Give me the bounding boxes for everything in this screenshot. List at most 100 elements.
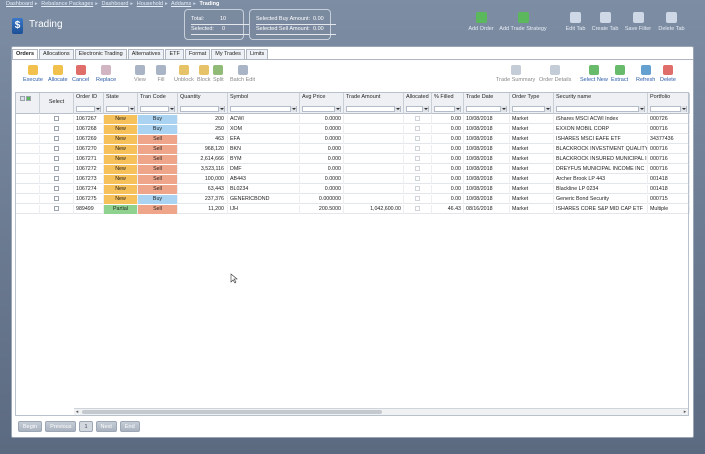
order-details-button[interactable]: Order Details	[539, 65, 571, 83]
column-header-quantity[interactable]: Quantity	[178, 93, 228, 114]
column-filter-input[interactable]	[466, 106, 507, 112]
row-select-checkbox[interactable]	[54, 126, 59, 132]
breadcrumb-addams[interactable]: Addams	[171, 1, 191, 7]
column-header-expand[interactable]	[16, 93, 40, 114]
column-filter-input[interactable]	[512, 106, 551, 112]
breadcrumb-rebalance-packages[interactable]: Rebalance Packages	[41, 1, 93, 7]
save-filter-button[interactable]: Save Filter	[622, 12, 654, 32]
breadcrumb-dashboard-2[interactable]: Dashboard	[102, 1, 129, 7]
fill-button[interactable]: Fill	[156, 65, 166, 83]
row-select-checkbox[interactable]	[54, 196, 59, 202]
cancel-button[interactable]: Cancel	[72, 65, 89, 83]
column-header-avg-price[interactable]: Avg Price	[300, 93, 344, 114]
previous-button[interactable]: Previous	[45, 421, 77, 432]
breadcrumb-dashboard[interactable]: Dashboard	[6, 1, 33, 7]
column-header-tran-code[interactable]: Tran Code	[138, 93, 178, 114]
end-button[interactable]: End	[119, 421, 140, 432]
column-filter-input[interactable]	[140, 106, 175, 112]
column-header-security-name[interactable]: Security name	[554, 93, 648, 114]
row-select-checkbox[interactable]	[54, 206, 59, 212]
scroll-left-icon[interactable]: ◂	[74, 409, 80, 415]
table-row[interactable]: 1067272 New Sell 3,523,116 DMF 0.000 0.00 10/08…	[16, 165, 690, 174]
column-header-order-id[interactable]: Order ID	[74, 93, 104, 114]
unblock-button[interactable]: Unblock	[174, 65, 194, 83]
page-number[interactable]: 1	[79, 421, 93, 432]
tab-etf[interactable]: ETF	[165, 49, 184, 59]
column-header-trade-amount[interactable]: Trade Amount	[344, 93, 404, 114]
column-filter-input[interactable]	[302, 106, 341, 112]
column-filter-input[interactable]	[346, 106, 401, 112]
table-row[interactable]: 989499 Partial Sell 11,200 IJH 200.5000 1,042,…	[16, 205, 690, 214]
column-filter-input[interactable]	[76, 106, 101, 112]
table-row[interactable]: 1067271 New Sell 2,614,666 BYM 0.000 0.00 10/08…	[16, 155, 690, 164]
table-row[interactable]: 1067273 New Sell 100,000 AB443 0.0000 0.00 10/0…	[16, 175, 690, 184]
column-header-state[interactable]: State	[104, 93, 138, 114]
allocate-button[interactable]: Allocate	[48, 65, 68, 83]
filter-dropdown-icon[interactable]	[290, 106, 296, 112]
begin-button[interactable]: Begin	[18, 421, 43, 432]
expand-all-icon[interactable]	[26, 96, 31, 101]
row-select-checkbox[interactable]	[54, 186, 59, 192]
column-header-select[interactable]: Select	[40, 93, 74, 114]
refresh-button[interactable]: Refresh	[636, 65, 655, 83]
table-row[interactable]: 1067270 New Sell 968,120 BKN 0.000 0.00 10/08/2…	[16, 145, 690, 154]
replace-button[interactable]: Replace	[96, 65, 116, 83]
column-header-allocated[interactable]: Allocated	[404, 93, 432, 114]
column-header--filled[interactable]: % Filled	[432, 93, 464, 114]
column-filter-input[interactable]	[556, 106, 645, 112]
row-select-checkbox[interactable]	[54, 156, 59, 162]
filter-dropdown-icon[interactable]	[394, 106, 400, 112]
add-order-button[interactable]: Add Order	[467, 12, 495, 32]
extract-button[interactable]: Extract	[611, 65, 628, 83]
filter-dropdown-icon[interactable]	[94, 106, 100, 112]
row-select-checkbox[interactable]	[54, 116, 59, 122]
column-header-order-type[interactable]: Order Type	[510, 93, 554, 114]
column-header-portfolio[interactable]: Portfolio	[648, 93, 690, 114]
select-new-button[interactable]: Select New	[580, 65, 608, 83]
split-button[interactable]: Split	[213, 65, 224, 83]
tab-allocations[interactable]: Allocations	[39, 49, 74, 59]
filter-dropdown-icon[interactable]	[168, 106, 174, 112]
edit-tab-button[interactable]: Edit Tab	[563, 12, 588, 32]
table-row[interactable]: 1067267 New Buy 200 ACWI 0.0000 0.00 10/08/2018…	[16, 115, 690, 124]
tab-my-trades[interactable]: My Trades	[211, 49, 245, 59]
breadcrumb-household[interactable]: Household	[137, 1, 163, 7]
filter-dropdown-icon[interactable]	[422, 106, 428, 112]
column-header-trade-date[interactable]: Trade Date	[464, 93, 510, 114]
filter-dropdown-icon[interactable]	[218, 106, 224, 112]
block-button[interactable]: Block	[197, 65, 210, 83]
tab-electronic-trading[interactable]: Electronic Trading	[74, 49, 127, 59]
add-trade-strategy-button[interactable]: Add Trade Strategy	[497, 12, 549, 32]
row-select-checkbox[interactable]	[54, 146, 59, 152]
filter-dropdown-icon[interactable]	[500, 106, 506, 112]
filter-dropdown-icon[interactable]	[334, 106, 340, 112]
column-filter-input[interactable]	[650, 106, 687, 112]
delete-tab-button[interactable]: Delete Tab	[655, 12, 688, 32]
column-filter-input[interactable]	[180, 106, 225, 112]
execute-button[interactable]: Execute	[23, 65, 43, 83]
column-header-symbol[interactable]: Symbol	[228, 93, 300, 114]
filter-dropdown-icon[interactable]	[128, 106, 134, 112]
table-row[interactable]: 1067274 New Sell 63,443 BL0234 0.0000 0.00 10/0…	[16, 185, 690, 194]
create-tab-button[interactable]: Create Tab	[590, 12, 620, 32]
column-filter-input[interactable]	[230, 106, 297, 112]
horizontal-scrollbar[interactable]: ◂ ▸	[74, 408, 688, 415]
collapse-all-icon[interactable]	[20, 96, 25, 101]
delete-button[interactable]: Delete	[660, 65, 676, 83]
row-select-checkbox[interactable]	[54, 166, 59, 172]
tab-limits[interactable]: Limits	[245, 49, 269, 59]
table-row[interactable]: 1067268 New Buy 250 XOM 0.0000 0.00 10/08/2018 M…	[16, 125, 690, 134]
column-filter-input[interactable]	[406, 106, 429, 112]
view-button[interactable]: View	[134, 65, 146, 83]
tab-alternatives[interactable]: Alternatives	[127, 49, 165, 59]
filter-dropdown-icon[interactable]	[638, 106, 644, 112]
column-filter-input[interactable]	[106, 106, 135, 112]
scroll-right-icon[interactable]: ▸	[682, 409, 688, 415]
scroll-thumb[interactable]	[82, 410, 382, 414]
filter-dropdown-icon[interactable]	[680, 106, 686, 112]
tab-format[interactable]: Format	[184, 49, 211, 59]
trade-summary-button[interactable]: Trade Summary	[496, 65, 535, 83]
filter-dropdown-icon[interactable]	[544, 106, 550, 112]
row-select-checkbox[interactable]	[54, 176, 59, 182]
column-filter-input[interactable]	[434, 106, 461, 112]
